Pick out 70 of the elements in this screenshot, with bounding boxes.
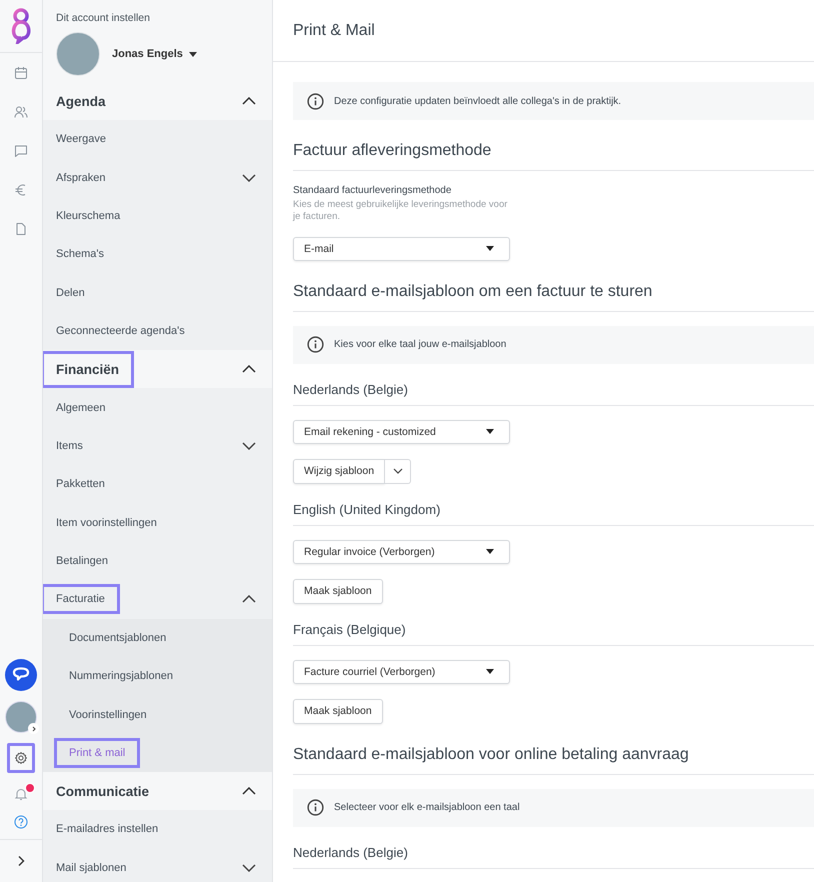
caret-icon — [486, 246, 494, 252]
caret-icon — [486, 429, 494, 434]
chevron-down-icon[interactable] — [242, 174, 256, 182]
section-title[interactable]: Agenda — [56, 86, 106, 116]
chevron-up-icon[interactable] — [242, 365, 256, 374]
section-heading: Factuur afleveringsmethode — [293, 120, 814, 171]
menu-item[interactable]: Mail sjablonen — [56, 862, 126, 874]
menu-item[interactable]: Pakketten — [56, 478, 105, 490]
submenu-item[interactable]: Documentsjablonen — [69, 632, 166, 644]
caret-icon — [188, 52, 197, 56]
info-icon — [307, 336, 324, 354]
chevron-right-icon — [28, 723, 39, 734]
menu-item[interactable]: Geconnecteerde agenda's — [56, 325, 185, 338]
menu-item[interactable]: Facturatie — [44, 587, 117, 612]
info-icon — [307, 799, 324, 816]
select-field[interactable]: Regular invoice (Verborgen) — [293, 540, 510, 564]
menu-item[interactable]: E-mailadres instellen — [56, 823, 158, 836]
menu-item[interactable]: Weergave — [56, 133, 106, 146]
chevron-down-icon[interactable] — [242, 864, 256, 872]
section-heading: Standaard e-mailsjabloon om een factuur te sturen — [293, 260, 814, 312]
template-button[interactable]: Wijzig sjabloon — [293, 458, 386, 484]
avatar-placeholder[interactable] — [5, 701, 37, 733]
caret-icon — [486, 669, 494, 674]
info-icon — [307, 92, 324, 110]
document-icon[interactable] — [14, 222, 28, 236]
menu-item[interactable]: Items — [56, 440, 83, 452]
chevron-up-icon[interactable] — [242, 97, 256, 105]
submenu-item[interactable]: Nummeringsjablonen — [69, 670, 173, 682]
account-caption: Dit account instellen — [56, 12, 151, 24]
chevron-up-icon[interactable] — [242, 787, 256, 796]
chevron-down-icon — [392, 468, 403, 474]
menu-item[interactable]: Schema's — [56, 248, 104, 260]
template-button[interactable]: Maak sjabloon — [293, 698, 383, 724]
menu-item[interactable]: Algemeen — [56, 402, 106, 414]
language-heading: English (United Kingdom) — [293, 484, 814, 526]
chevron-up-icon[interactable] — [242, 595, 256, 604]
menu-item[interactable]: Item voorinstellingen — [56, 516, 157, 529]
chat-icon[interactable] — [14, 144, 28, 158]
field-label: Standaard factuurleveringsmethode — [293, 185, 452, 196]
info-text: Selecteer voor elk e-mailsjabloon een taal — [334, 802, 520, 814]
template-button[interactable]: Maak sjabloon — [293, 578, 383, 604]
info-text: Kies voor elke taal jouw e-mailsjabloon — [334, 339, 506, 350]
caret-icon — [486, 549, 494, 554]
menu-item[interactable]: Betalingen — [56, 555, 108, 568]
select-field[interactable]: Email rekening - customized — [293, 420, 510, 444]
logo-icon — [9, 8, 33, 44]
settings-button[interactable] — [7, 743, 35, 773]
menu-item[interactable]: Afspraken — [56, 172, 106, 184]
language-heading: Nederlands (Belgie) — [293, 364, 814, 406]
calendar-icon[interactable] — [14, 66, 28, 80]
select-field[interactable]: E-mail — [293, 236, 510, 261]
settings-icon — [14, 751, 28, 765]
chevron-down-icon[interactable] — [242, 442, 256, 450]
page-title: Print & Mail — [293, 22, 375, 40]
user-menu-button[interactable]: Jonas Engels — [112, 48, 197, 60]
language-heading: Français (Belgique) — [293, 604, 814, 646]
info-text: Deze configuratie updaten beïnvloedt alle collega's in de praktijk. — [334, 96, 622, 106]
people-icon[interactable] — [14, 105, 28, 119]
submenu-item[interactable]: Voorinstellingen — [69, 708, 147, 721]
menu-item[interactable]: Kleurschema — [56, 210, 120, 222]
menu-item[interactable]: Delen — [56, 286, 85, 299]
field-hint: Kies de meest gebruikelijke leveringsmethode voor je facturen. — [293, 199, 508, 223]
euro-icon[interactable] — [14, 183, 28, 197]
select-field[interactable]: Facture courriel (Verborgen) — [293, 660, 510, 684]
help-icon[interactable] — [14, 815, 28, 829]
chat-bubble-button[interactable] — [5, 659, 37, 691]
section-heading: Standaard e-mailsjabloon voor online betaling aanvraag — [293, 724, 814, 775]
avatar-placeholder — [56, 32, 100, 76]
language-heading: Nederlands (Belgie) — [293, 826, 814, 869]
bell-icon[interactable] — [14, 787, 28, 801]
